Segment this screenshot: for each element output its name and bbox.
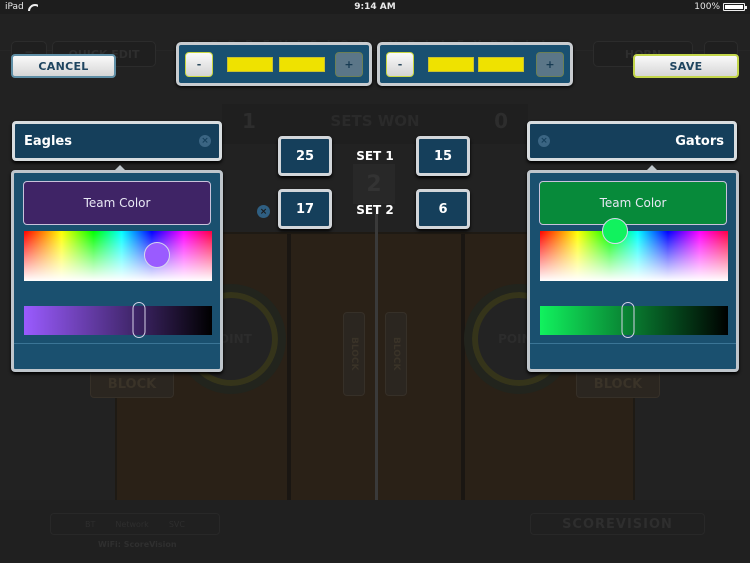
connection-status: BT Network SVC (50, 513, 220, 535)
home-stepper: - + (176, 42, 372, 86)
away-color-picker: Team Color (527, 165, 739, 372)
home-brightness-knob[interactable] (132, 302, 146, 338)
home-team-name: Eagles (24, 133, 72, 149)
home-team-color-swatch[interactable]: Team Color (23, 181, 211, 225)
set2-away-score[interactable]: 6 (416, 189, 470, 229)
set1-label: SET 1 (356, 149, 394, 163)
away-team-name-field[interactable]: × Gators (527, 121, 737, 161)
battery-icon (723, 3, 747, 11)
home-indicator-bar (227, 57, 273, 72)
away-stepper: - + (377, 42, 573, 86)
connection-network: Network (115, 519, 149, 529)
away-hue-knob[interactable] (602, 218, 629, 244)
status-time: 9:14 AM (354, 2, 396, 12)
sets-won-panel: 1 SETS WON 0 (222, 104, 528, 144)
save-button[interactable]: SAVE (633, 54, 739, 78)
connection-svc: SVC (168, 519, 185, 529)
away-hue-spectrum[interactable] (540, 218, 728, 281)
delete-set-icon[interactable]: × (257, 205, 270, 218)
sets-won-label: SETS WON (330, 112, 420, 130)
picker-divider (14, 343, 220, 344)
home-indicator-bar (279, 57, 325, 72)
scorevision-logo: SCOREVISION (530, 513, 705, 535)
clear-icon[interactable]: × (199, 135, 211, 147)
battery-percent: 100% (694, 2, 720, 12)
sets-won-away: 0 (494, 109, 508, 133)
popover-arrow (113, 165, 127, 172)
footer: BT Network SVC WiFi: ScoreVision SCOREVI… (0, 500, 750, 563)
home-increment-button[interactable]: + (335, 52, 363, 77)
home-hue-knob[interactable] (144, 242, 171, 268)
cancel-button[interactable]: CANCEL (11, 54, 116, 78)
set2-home-score[interactable]: 17 (278, 189, 332, 229)
away-block-bottom-button[interactable]: BLOCK (576, 370, 660, 398)
set1-home-score[interactable]: 25 (278, 136, 332, 176)
away-decrement-button[interactable]: - (386, 52, 414, 77)
away-brightness-slider[interactable] (540, 302, 728, 338)
away-block-button[interactable]: BLOCK (385, 312, 407, 396)
set1-away-score[interactable]: 15 (416, 136, 470, 176)
clear-icon[interactable]: × (538, 135, 550, 147)
connection-bt: BT (85, 519, 96, 529)
popover-arrow (645, 165, 659, 172)
home-team-name-field[interactable]: Eagles × (12, 121, 222, 161)
picker-divider (530, 343, 736, 344)
status-bar: iPad 9:14 AM 100% (0, 0, 750, 14)
away-indicator-bar (428, 57, 474, 72)
home-decrement-button[interactable]: - (185, 52, 213, 77)
net (375, 214, 378, 510)
away-team-name: Gators (675, 133, 724, 149)
set2-label: SET 2 (356, 203, 394, 217)
away-increment-button[interactable]: + (536, 52, 564, 77)
court-line (461, 234, 465, 500)
wifi-network-label: WiFi: ScoreVision (98, 540, 177, 549)
home-color-picker: Team Color (11, 165, 223, 372)
home-block-button[interactable]: BLOCK (343, 312, 365, 396)
away-team-color-swatch[interactable]: Team Color (539, 181, 727, 225)
away-indicator-bar (478, 57, 524, 72)
current-set: 2 (353, 164, 395, 204)
away-brightness-knob[interactable] (621, 302, 635, 338)
home-block-bottom-button[interactable]: BLOCK (90, 370, 174, 398)
home-brightness-slider[interactable] (24, 302, 212, 338)
court-line (287, 234, 291, 500)
home-hue-spectrum[interactable] (24, 231, 212, 281)
